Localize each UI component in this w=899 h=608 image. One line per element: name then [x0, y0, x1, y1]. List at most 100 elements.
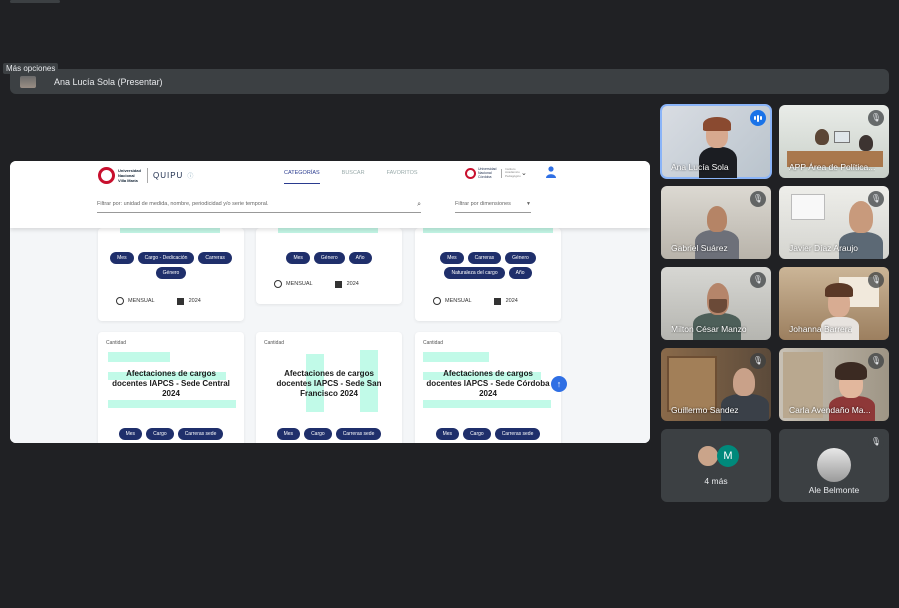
chip[interactable]: Carreras sede [335, 428, 382, 440]
participant-name: Ale Belmonte [808, 485, 860, 495]
dimension-chips: Mes Cargo Carreras sede [98, 428, 244, 440]
chip[interactable]: Año [508, 267, 532, 279]
avatar: M [717, 445, 739, 467]
participant-name: Ana Lucía Sola [671, 162, 729, 172]
mic-off-icon: 🎙︎ [868, 110, 884, 126]
mic-off-icon: 🎙︎ [868, 191, 884, 207]
chip[interactable]: Mes [118, 428, 143, 440]
user-icon[interactable] [546, 166, 556, 178]
chip[interactable]: Mes [435, 428, 460, 440]
chip[interactable]: Cargo - Dedicación [137, 252, 195, 264]
speaking-indicator-icon [750, 110, 766, 126]
chip[interactable]: Año [348, 252, 372, 264]
app-name: QUIPU [153, 171, 184, 180]
participant-name: Javier Díaz Araujo [789, 243, 858, 253]
indicator-card[interactable]: Cantidad Afectaciones de cargos docentes… [98, 332, 244, 443]
participant-tile[interactable]: 🎙︎ Guillermo Sandez [661, 348, 771, 421]
chevron-down-icon[interactable]: ⌄ [521, 169, 527, 177]
more-avatars: M [697, 445, 739, 467]
card-unit-label: Cantidad [264, 340, 285, 346]
more-options-tooltip: Más opciones [3, 63, 59, 74]
more-participants-tile[interactable]: M 4 más [661, 429, 771, 502]
participant-tile[interactable]: 🎙︎ APP Área de Política... [779, 105, 889, 178]
card-title: Afectaciones de cargos docentes IAPCS - … [276, 369, 382, 398]
caret-down-icon: ▼ [526, 201, 531, 207]
shared-screen: Universidad Nacional Villa María QUIPU ⓘ… [10, 161, 650, 443]
university-seal-icon [98, 167, 115, 184]
participant-tile[interactable]: 🎙︎ Carla Avendaño Ma... [779, 348, 889, 421]
mic-off-icon: 🎙︎ [750, 272, 766, 288]
calendar-icon [334, 280, 342, 288]
chip[interactable]: Mes [440, 252, 464, 264]
dimension-chips: Mes Género Año [256, 228, 402, 264]
chip[interactable]: Carreras [467, 252, 502, 264]
participant-name: Guillermo Sandez [671, 405, 739, 415]
chip[interactable]: Mes [110, 252, 134, 264]
search-icon[interactable]: ⌕ [417, 201, 421, 209]
chip[interactable]: Mes [286, 252, 310, 264]
chip[interactable]: Género [155, 267, 187, 279]
card-meta: MENSUAL 2024 [274, 280, 359, 288]
tab-categorias[interactable]: CATEGORÍAS [284, 170, 320, 184]
chip[interactable]: Mes [276, 428, 301, 440]
card-title: Afectaciones de cargos docentes IAPCS - … [426, 369, 550, 398]
dimension-chips: Mes Cargo Carreras sede [256, 428, 402, 440]
mic-off-icon: 🎙︎ [750, 191, 766, 207]
mic-off-icon: 🎙︎ [868, 434, 884, 450]
presenter-bar[interactable]: Ana Lucía Sola (Presentar) [10, 69, 889, 94]
dimension-filter-select[interactable]: Filtrar por dimensiones ▼ [455, 201, 531, 213]
participant-tile[interactable]: 🎙︎ Gabriel Suárez [661, 186, 771, 259]
more-count: 4 más [704, 476, 728, 486]
partner-logo[interactable]: Universidad Nacional Córdoba Instituto A… [465, 167, 525, 179]
participant-tile[interactable]: Ana Lucía Sola [660, 104, 772, 179]
clock-icon [116, 297, 124, 305]
avatar [697, 445, 719, 467]
clock-icon [274, 280, 282, 288]
tab-favoritos[interactable]: FAVORITOS [387, 170, 418, 184]
chip[interactable]: Género [313, 252, 345, 264]
indicator-card[interactable]: Cantidad Afectaciones de cargos docentes… [256, 332, 402, 443]
university-name: Universidad Nacional Villa María [118, 168, 141, 183]
scroll-to-top-button[interactable]: ↑ [551, 376, 567, 392]
window-top-indicator [10, 0, 60, 3]
card-unit-label: Cantidad [423, 340, 444, 346]
card-unit-label: Cantidad [106, 340, 127, 346]
participant-name: Carla Avendaño Ma... [789, 405, 871, 415]
presenter-avatar [20, 75, 36, 88]
mic-off-icon: 🎙︎ [750, 353, 766, 369]
participant-tile[interactable]: 🎙︎ Javier Díaz Araujo [779, 186, 889, 259]
search-input[interactable]: Filtrar por: unidad de medida, nombre, p… [97, 201, 421, 213]
app-header: Universidad Nacional Villa María QUIPU ⓘ… [10, 161, 650, 228]
card-title: Afectaciones de cargos docentes IAPCS - … [112, 369, 230, 398]
chip[interactable]: Carreras sede [494, 428, 541, 440]
participant-name: Johanna Barrera [789, 324, 853, 334]
tab-buscar[interactable]: BUSCAR [342, 170, 365, 184]
clock-icon [433, 297, 441, 305]
university-logo[interactable]: Universidad Nacional Villa María QUIPU ⓘ [98, 167, 193, 184]
indicator-card[interactable]: Cantidad Afectaciones de cargos docentes… [415, 332, 561, 443]
mic-off-icon: 🎙︎ [868, 272, 884, 288]
participant-tile[interactable]: 🎙︎ Johanna Barrera [779, 267, 889, 340]
chip[interactable]: Cargo [463, 428, 491, 440]
participant-tile[interactable]: 🎙︎ Milton César Manzo [661, 267, 771, 340]
chip[interactable]: Género [505, 252, 536, 264]
participant-name: Gabriel Suárez [671, 243, 728, 253]
card-meta: MENSUAL 2024 [433, 297, 518, 305]
chip[interactable]: Carreras [198, 252, 232, 264]
chip[interactable]: Naturaleza del cargo [444, 267, 505, 279]
indicator-card[interactable]: Mes Género Año MENSUAL 2024 [256, 228, 402, 304]
info-icon: ⓘ [187, 174, 194, 180]
participant-name: Milton César Manzo [671, 324, 747, 334]
calendar-icon [493, 297, 501, 305]
participant-name: APP Área de Política... [789, 162, 876, 172]
chip[interactable]: Carreras sede [177, 428, 224, 440]
chip[interactable]: Cargo [304, 428, 332, 440]
mic-off-icon: 🎙︎ [868, 353, 884, 369]
dimension-chips: Mes Cargo - Dedicación Carreras Género [98, 228, 244, 279]
dimension-chips: Mes Cargo Carreras sede [415, 428, 561, 440]
chip[interactable]: Cargo [146, 428, 174, 440]
calendar-icon [176, 297, 184, 305]
indicator-card[interactable]: Mes Cargo - Dedicación Carreras Género M… [98, 228, 244, 321]
indicator-card[interactable]: Mes Carreras Género Naturaleza del cargo… [415, 228, 561, 321]
participant-tile[interactable]: 🎙︎ Ale Belmonte [779, 429, 889, 502]
